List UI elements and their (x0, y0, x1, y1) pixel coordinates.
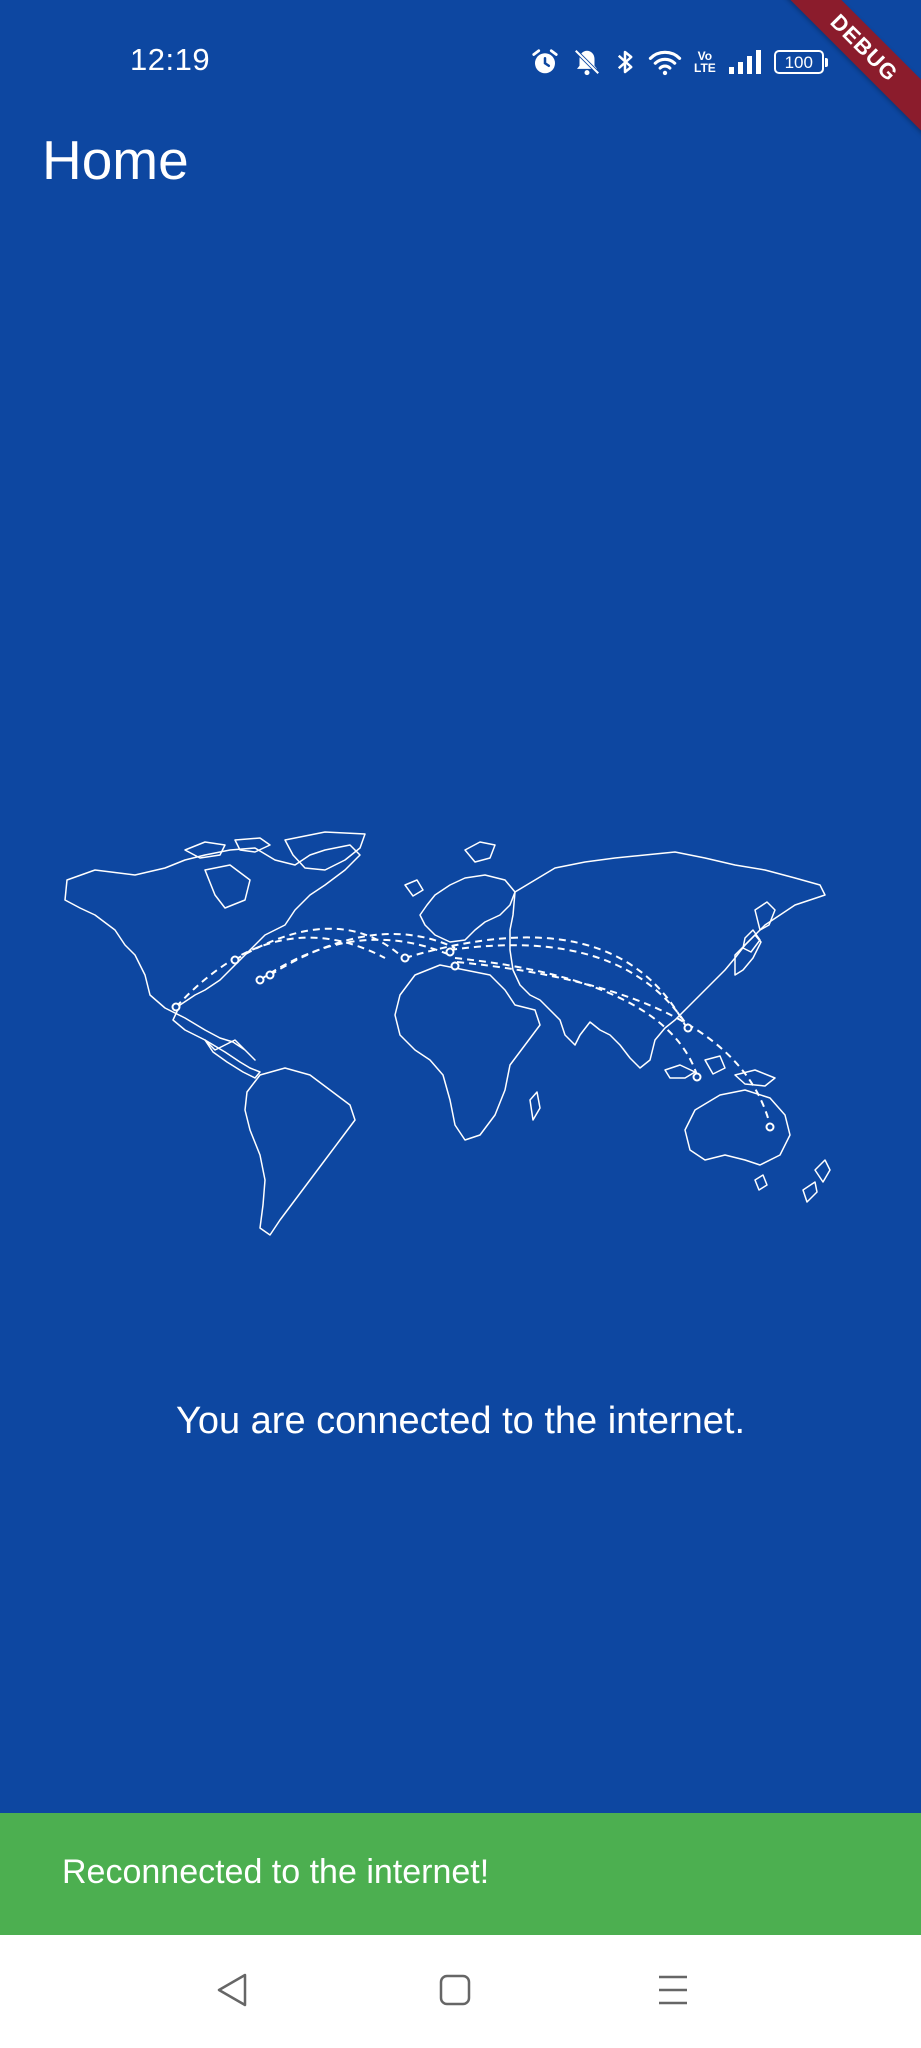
mute-icon (572, 47, 602, 77)
alarm-icon (530, 47, 560, 77)
snackbar: Reconnected to the internet! (0, 1813, 921, 1935)
battery-icon: 100 (773, 50, 828, 74)
bluetooth-icon (614, 47, 636, 77)
page-title: Home (42, 129, 189, 191)
volte-icon: Vo LTE (694, 49, 716, 75)
wifi-icon (648, 47, 682, 77)
status-bar: 12:19 Vo LTE 100 (0, 0, 921, 110)
signal-icon (728, 49, 762, 75)
status-time: 12:19 (130, 42, 211, 77)
home-icon[interactable] (438, 1971, 472, 2014)
menu-icon[interactable] (656, 1971, 690, 2014)
world-map-connections-icon (64, 831, 831, 1236)
status-icons: Vo LTE 100 (530, 44, 828, 80)
back-icon[interactable] (215, 1971, 249, 2014)
connection-status-message: You are connected to the internet. (175, 1400, 746, 1442)
navigation-bar (0, 1935, 921, 2048)
snackbar-message: Reconnected to the internet! (62, 1853, 490, 1891)
